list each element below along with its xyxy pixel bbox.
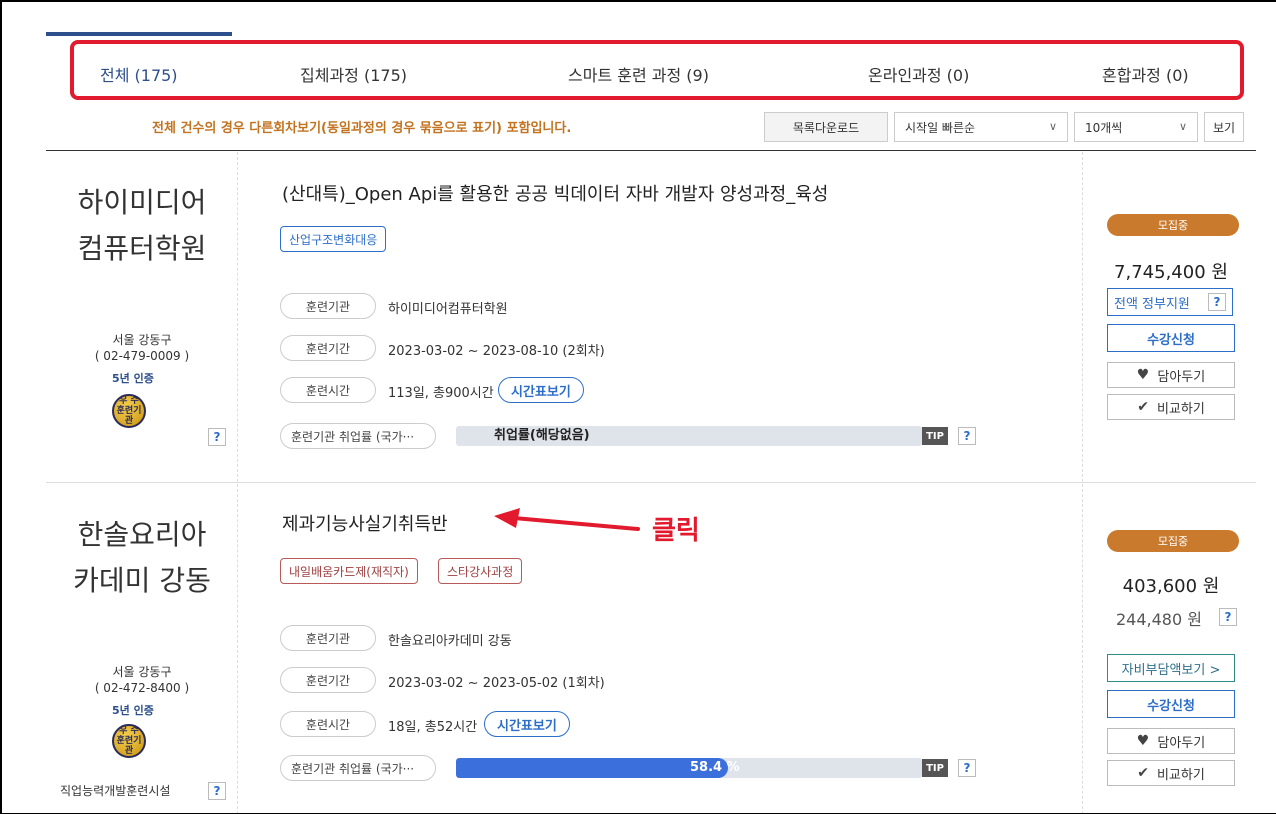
check-icon: ✔	[1137, 765, 1149, 781]
course-price: 7,745,400 원	[1114, 262, 1228, 283]
training-period-value: 2023-03-02 ~ 2023-05-02 (1회차)	[388, 676, 605, 691]
price-column: 모집중 403,600 원 244,480 원 ? 자비부담액보기 > 수강신청…	[1082, 484, 1256, 813]
label-training-period: 훈련기간	[280, 667, 376, 693]
tip-icon[interactable]: TIP	[922, 427, 948, 445]
apply-button[interactable]: 수강신청	[1107, 690, 1235, 718]
wishlist-label: 담아두기	[1157, 735, 1206, 751]
training-hours-value: 113일, 총900시간	[388, 386, 494, 401]
price-column: 모집중 7,745,400 원 전액 정부지원 ? 수강신청 ♥ 담아두기 ✔ …	[1082, 152, 1256, 482]
wishlist-label: 담아두기	[1157, 369, 1206, 385]
annotation-click-label: 클릭	[652, 516, 700, 546]
course-title[interactable]: (산대특)_Open Api를 활용한 공공 빅데이터 자바 개발자 양성과정_…	[282, 180, 828, 206]
course-tag: 내일배움카드제(재직자)	[280, 558, 418, 584]
employment-rate-text: 58.4 %	[690, 760, 740, 775]
label-training-org: 훈련기관	[280, 293, 376, 319]
label-training-org: 훈련기관	[280, 625, 376, 651]
compare-label: 비교하기	[1156, 401, 1205, 417]
list-notice: 전체 건수의 경우 다른회차보기(동일과정의 경우 묶음으로 표기) 포함입니다…	[152, 121, 572, 136]
label-employment-rate: 훈련기관 취업률 (국가···	[280, 423, 436, 449]
section-accent-bar	[46, 32, 232, 36]
help-button[interactable]: ?	[958, 759, 976, 777]
page-size-select[interactable]: 10개씩 ∨	[1074, 112, 1198, 142]
timetable-button[interactable]: 시간표보기	[498, 377, 584, 403]
institution-type: 직업능력개발훈련시설	[60, 784, 171, 798]
tab-online-course[interactable]: 온라인과정 (0)	[868, 62, 969, 86]
training-period-value: 2023-03-02 ~ 2023-08-10 (2회차)	[388, 344, 605, 359]
check-icon: ✔	[1137, 399, 1149, 415]
compare-button[interactable]: ✔ 비교하기	[1107, 394, 1235, 420]
tab-all[interactable]: 전체 (175)	[100, 62, 178, 86]
excellent-institution-badge: 우 수 훈련기관	[112, 724, 146, 758]
chevron-down-icon: ∨	[1048, 120, 1057, 133]
course-tag: 스타강사과정	[438, 558, 523, 584]
course-separator	[46, 482, 1256, 483]
tip-icon[interactable]: TIP	[922, 759, 948, 777]
institution-location: 서울 강동구	[112, 333, 172, 347]
institution-column: 하이미디어 컴퓨터학원 서울 강동구 ( 02-479-0009 ) 5년 인증…	[46, 152, 238, 482]
wishlist-button[interactable]: ♥ 담아두기	[1107, 362, 1235, 388]
certification-years: 5년 인증	[112, 372, 154, 385]
training-hours-value: 18일, 총52시간	[388, 720, 478, 735]
employment-rate-fill	[456, 758, 729, 778]
institution-location: 서울 강동구	[112, 665, 172, 679]
employment-rate-bar: 취업률(해당없음)	[456, 426, 922, 446]
institution-phone: ( 02-472-8400 )	[94, 681, 190, 695]
excellent-institution-badge: 우 수 훈련기관	[112, 394, 146, 428]
heart-icon: ♥	[1136, 733, 1150, 749]
training-org-value: 하이미디어컴퓨터학원	[388, 302, 508, 317]
status-badge: 모집중	[1107, 214, 1239, 236]
sort-select-value: 시작일 빠른순	[905, 120, 976, 135]
tab-smart-training[interactable]: 스마트 훈련 과정 (9)	[568, 62, 709, 86]
help-button[interactable]: ?	[958, 427, 976, 445]
chevron-down-icon: ∨	[1178, 120, 1187, 133]
institution-column: 한솔요리아 카데미 강동 서울 강동구 ( 02-472-8400 ) 5년 인…	[46, 484, 238, 813]
page-size-value: 10개씩	[1085, 120, 1123, 135]
timetable-button[interactable]: 시간표보기	[484, 711, 570, 737]
annotation-arrow	[494, 508, 640, 531]
course-tag: 산업구조변화대응	[280, 226, 387, 252]
course-search-page: 전체 (175) 집체과정 (175) 스마트 훈련 과정 (9) 온라인과정 …	[0, 0, 1276, 814]
self-pay-view-button[interactable]: 자비부담액보기 >	[1107, 654, 1235, 682]
course-price: 403,600 원	[1122, 576, 1220, 597]
institution-phone: ( 02-479-0009 )	[94, 349, 190, 363]
help-button[interactable]: ?	[208, 782, 226, 800]
compare-label: 비교하기	[1156, 767, 1205, 783]
certification-years: 5년 인증	[112, 704, 154, 717]
wishlist-button[interactable]: ♥ 담아두기	[1107, 728, 1235, 754]
employment-rate-bar: 58.4 %	[456, 758, 922, 778]
list-download-button[interactable]: 목록다운로드	[764, 112, 888, 142]
institution-name: 한솔요리아 카데미 강동	[73, 518, 211, 597]
compare-button[interactable]: ✔ 비교하기	[1107, 760, 1235, 786]
gov-support-label: 전액 정부지원	[1114, 296, 1190, 312]
label-training-hours: 훈련시간	[280, 711, 376, 737]
heart-icon: ♥	[1136, 367, 1150, 383]
gov-support-button[interactable]: 전액 정부지원 ?	[1107, 288, 1233, 316]
help-button[interactable]: ?	[208, 428, 226, 446]
help-button[interactable]: ?	[1219, 608, 1237, 626]
list-top-divider	[46, 150, 1256, 151]
apply-button[interactable]: 수강신청	[1107, 324, 1235, 352]
label-training-period: 훈련기간	[280, 335, 376, 361]
sort-select[interactable]: 시작일 빠른순 ∨	[894, 112, 1068, 142]
course-title[interactable]: 제과기능사실기취득반	[282, 510, 448, 536]
course-card: 한솔요리아 카데미 강동 서울 강동구 ( 02-472-8400 ) 5년 인…	[46, 484, 1256, 813]
tab-blended-course[interactable]: 혼합과정 (0)	[1102, 62, 1189, 86]
help-button[interactable]: ?	[1208, 293, 1226, 311]
training-org-value: 한솔요리아카데미 강동	[388, 634, 512, 649]
label-employment-rate: 훈련기관 취업률 (국가···	[280, 755, 436, 781]
tab-group-course[interactable]: 집체과정 (175)	[300, 62, 407, 86]
view-button[interactable]: 보기	[1204, 112, 1244, 142]
institution-name: 하이미디어 컴퓨터학원	[77, 186, 207, 265]
course-card: 하이미디어 컴퓨터학원 서울 강동구 ( 02-479-0009 ) 5년 인증…	[46, 152, 1256, 482]
label-training-hours: 훈련시간	[280, 377, 376, 403]
employment-rate-text: 취업률(해당없음)	[494, 428, 590, 443]
status-badge: 모집중	[1107, 530, 1239, 552]
